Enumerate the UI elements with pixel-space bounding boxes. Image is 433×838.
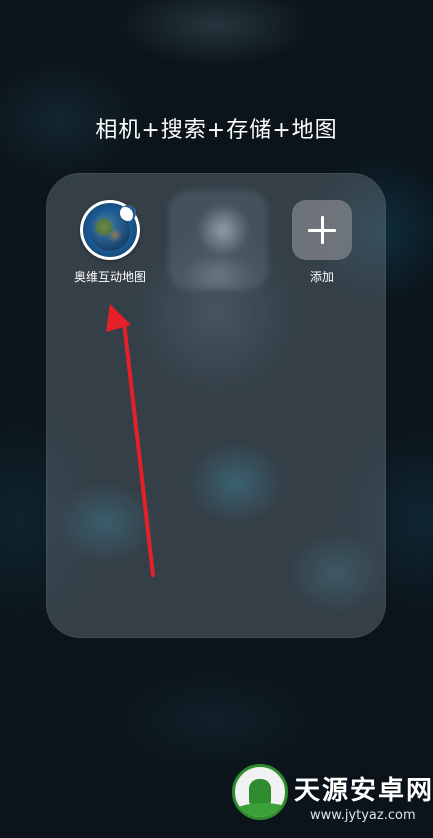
moon-icon <box>120 205 136 221</box>
aowei-map-icon[interactable] <box>80 200 140 260</box>
site-watermark: 天源安卓网 www.jytyaz.com <box>232 764 432 834</box>
blurred-app-icon <box>168 190 268 290</box>
watermark-text: 天源安卓网 <box>294 776 433 806</box>
plus-icon[interactable] <box>292 200 352 260</box>
folder-title[interactable]: 相机+搜索+存储+地图 <box>0 112 433 144</box>
android-robot-icon <box>249 779 271 805</box>
app-label-aowei-map: 奥维互动地图 <box>73 270 146 284</box>
app-label-add: 添加 <box>309 270 334 284</box>
add-app-button[interactable]: 添加 <box>262 200 382 285</box>
app-aowei-map[interactable]: 奥维互动地图 <box>50 200 170 285</box>
plus-icon-vertical <box>321 216 324 244</box>
watermark-url: www.jytyaz.com <box>310 808 416 823</box>
wave-icon <box>235 803 285 817</box>
android-logo-icon <box>232 764 288 820</box>
